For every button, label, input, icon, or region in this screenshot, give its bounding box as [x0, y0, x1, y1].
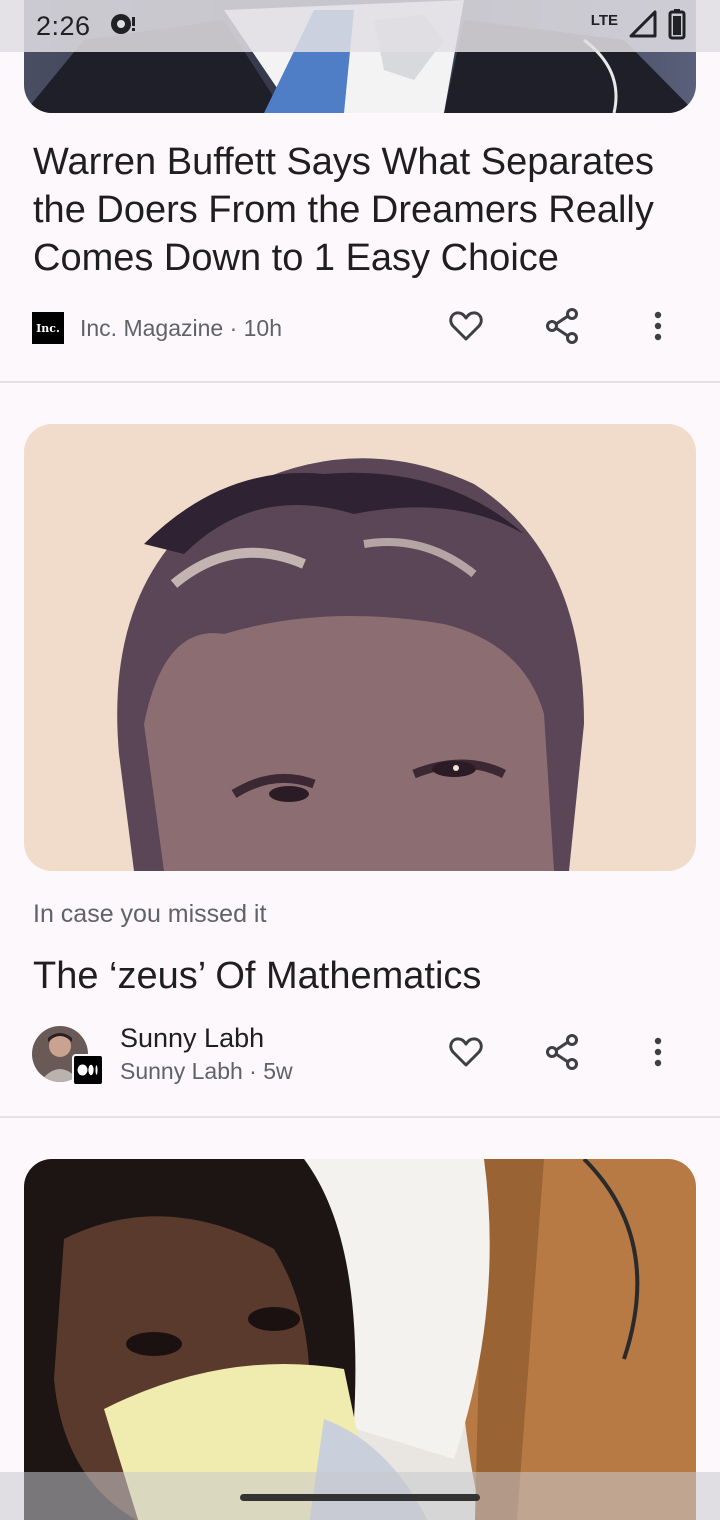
- signal-icon: [628, 9, 658, 44]
- more-options-button[interactable]: [628, 298, 688, 358]
- article-actions: [436, 298, 688, 358]
- like-button[interactable]: [436, 298, 496, 358]
- article-meta-row: Inc. Inc. Magazine · 10h: [32, 298, 688, 358]
- article-image-vintage-portrait[interactable]: [24, 424, 696, 871]
- medium-logo-icon: [72, 1054, 104, 1086]
- more-options-button[interactable]: [628, 1024, 688, 1084]
- gesture-nav-bar: [0, 1472, 720, 1520]
- more-vert-icon: [654, 311, 662, 346]
- news-feed-screen: 2:26 LTE Warren Buffett Says What Separa…: [0, 0, 720, 1520]
- source-and-time: Inc. Magazine · 10h: [80, 314, 283, 341]
- notification-dot-icon: [109, 12, 137, 41]
- heart-icon: [449, 1036, 483, 1073]
- article-title[interactable]: Warren Buffett Says What Separates the D…: [33, 138, 693, 282]
- article-image-woman-mask[interactable]: [24, 1159, 696, 1520]
- status-bar: 2:26 LTE: [0, 0, 720, 52]
- author-avatar[interactable]: [32, 1026, 104, 1086]
- like-button[interactable]: [436, 1024, 496, 1084]
- article-actions: [436, 1024, 688, 1084]
- battery-icon: [668, 8, 686, 45]
- author-name[interactable]: Sunny Labh: [120, 1021, 293, 1055]
- share-icon: [545, 1033, 579, 1075]
- author-info: Sunny Labh Sunny Labh · 5w: [120, 1021, 293, 1087]
- more-vert-icon: [654, 1037, 662, 1072]
- article-title[interactable]: The ‘zeus’ Of Mathematics: [33, 952, 693, 1000]
- share-icon: [545, 307, 579, 349]
- share-button[interactable]: [532, 1024, 592, 1084]
- source-logo: Inc.: [32, 312, 64, 344]
- source-and-time: Sunny Labh · 5w: [120, 1058, 293, 1084]
- share-button[interactable]: [532, 298, 592, 358]
- section-label: In case you missed it: [33, 900, 267, 928]
- article-meta-row: Sunny Labh Sunny Labh · 5w: [32, 1021, 688, 1087]
- network-type: LTE: [590, 11, 618, 29]
- status-time: 2:26: [36, 10, 91, 41]
- divider: [0, 381, 720, 383]
- divider: [0, 1116, 720, 1118]
- heart-icon: [449, 310, 483, 347]
- home-handle[interactable]: [240, 1494, 480, 1501]
